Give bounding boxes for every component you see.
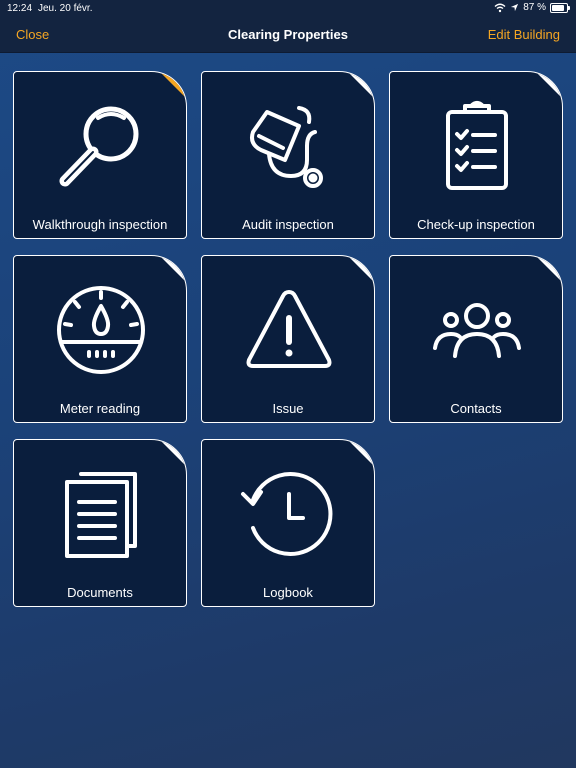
warning-triangle-icon bbox=[246, 290, 332, 368]
tile-corner-marker bbox=[347, 72, 374, 99]
tile-label: Walkthrough inspection bbox=[32, 217, 168, 232]
tile-walkthrough-inspection[interactable]: Walkthrough inspection bbox=[13, 71, 187, 239]
status-right: 87 % bbox=[494, 2, 570, 13]
tile-label: Check-up inspection bbox=[417, 217, 535, 232]
tile-label: Logbook bbox=[263, 585, 313, 600]
tile-corner-marker bbox=[159, 440, 186, 467]
status-time: 12:24 bbox=[7, 3, 33, 14]
nav-bar: Close Clearing Properties Edit Building bbox=[0, 18, 576, 53]
history-clock-icon bbox=[241, 472, 333, 556]
tile-corner-marker bbox=[159, 256, 186, 283]
tile-label: Audit inspection bbox=[242, 217, 334, 232]
documents-icon bbox=[65, 472, 137, 558]
tile-label: Contacts bbox=[450, 401, 502, 416]
tile-documents[interactable]: Documents bbox=[13, 439, 187, 607]
tile-label: Documents bbox=[67, 585, 133, 600]
edit-building-button[interactable]: Edit Building bbox=[488, 27, 560, 42]
tile-meter-reading[interactable]: Meter reading bbox=[13, 255, 187, 423]
tile-logbook[interactable]: Logbook bbox=[201, 439, 375, 607]
tile-corner-marker bbox=[347, 440, 374, 467]
stethoscope-icon bbox=[250, 106, 323, 188]
tile-issue[interactable]: Issue bbox=[201, 255, 375, 423]
tile-audit-inspection[interactable]: Audit inspection bbox=[201, 71, 375, 239]
clipboard-checklist-icon bbox=[446, 101, 508, 190]
battery-percent: 87 % bbox=[523, 2, 546, 13]
wifi-icon bbox=[494, 3, 506, 12]
status-bar: 12:24 Jeu. 20 févr. 87 % bbox=[0, 0, 576, 18]
tile-checkup-inspection[interactable]: Check-up inspection bbox=[389, 71, 563, 239]
tile-corner-marker bbox=[535, 72, 562, 99]
battery-icon bbox=[550, 2, 570, 13]
tile-corner-marker bbox=[347, 256, 374, 283]
status-date: Jeu. 20 févr. bbox=[38, 3, 93, 14]
magnifier-icon bbox=[59, 106, 139, 187]
tile-contacts[interactable]: Contacts bbox=[389, 255, 563, 423]
tile-corner-marker bbox=[159, 72, 186, 99]
location-arrow-icon bbox=[511, 3, 519, 12]
gauge-icon bbox=[57, 286, 145, 374]
people-group-icon bbox=[433, 303, 521, 358]
tile-label: Meter reading bbox=[59, 401, 141, 416]
tile-label: Issue bbox=[272, 401, 304, 416]
tile-corner-marker bbox=[535, 256, 562, 283]
